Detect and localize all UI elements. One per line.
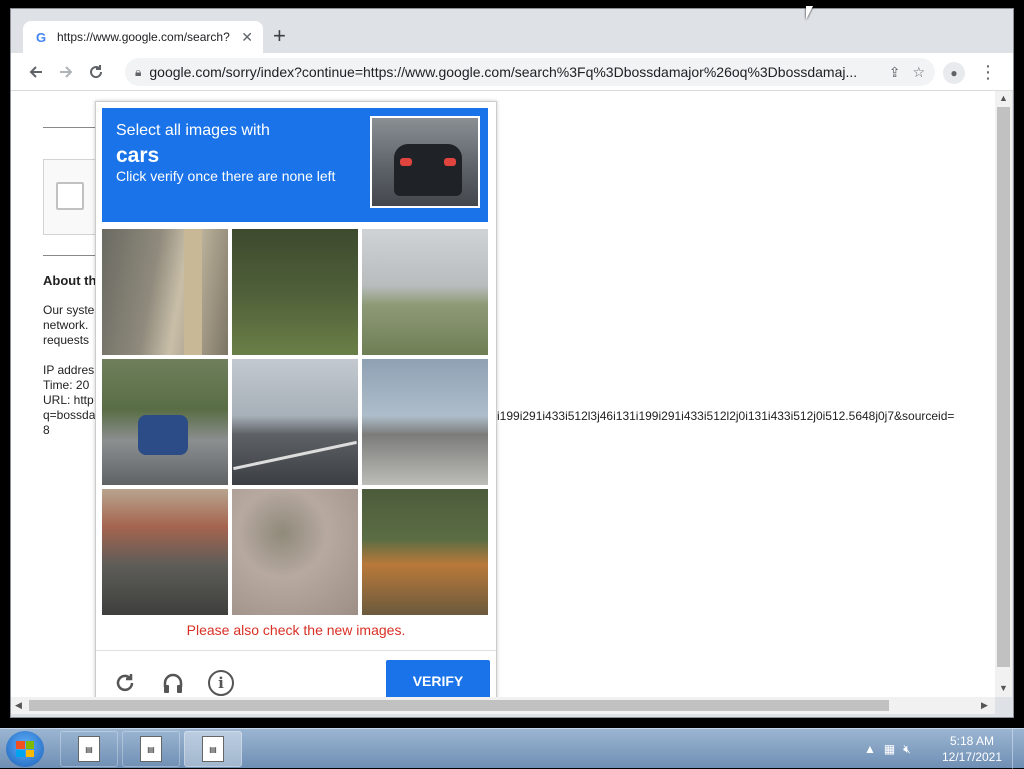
utility-pole (184, 229, 202, 355)
vertical-scroll-thumb[interactable] (997, 107, 1010, 667)
page-content: About th Our syste network. requests IP … (11, 91, 995, 697)
url-text: google.com/sorry/index?continue=https://… (149, 64, 858, 80)
recaptcha-checkbox[interactable] (56, 182, 84, 210)
clock-time: 5:18 AM (949, 734, 995, 748)
query-line: q=bossda (43, 408, 96, 422)
image-tile[interactable] (102, 359, 228, 485)
windows-logo-icon (16, 741, 34, 757)
bookmark-star-icon[interactable]: ☆ (912, 64, 925, 81)
time-line: Time: 20 (43, 378, 90, 392)
volume-muted-icon[interactable]: 🔇︎ (903, 742, 911, 757)
browser-toolbar: 🔒︎ google.com/sorry/index?continue=https… (11, 53, 1013, 91)
image-tile[interactable] (102, 229, 228, 355)
browser-window: ▁ ▣ ✕ G https://www.google.com/search? ✕… (10, 8, 1014, 718)
taskbar-app[interactable]: ▤ (122, 731, 180, 767)
taskbar: ▤ ▤ ▤ ▲ ▦ 🔇︎ 5:18 AM 12/17/2021 (0, 728, 1024, 769)
taskbar-app[interactable]: ▤ (60, 731, 118, 767)
address-bar[interactable]: 🔒︎ google.com/sorry/index?continue=https… (125, 58, 935, 86)
challenge-header: Select all images with cars Click verify… (102, 108, 488, 222)
start-button[interactable] (6, 731, 44, 767)
reload-challenge-icon[interactable] (112, 670, 138, 696)
document-icon: ▤ (78, 736, 100, 762)
sample-car-image (370, 116, 480, 208)
lock-icon: 🔒︎ (135, 64, 142, 79)
divider (43, 255, 103, 256)
image-tile[interactable] (232, 489, 358, 615)
para-line: Our syste (43, 303, 95, 317)
url-line: URL: http (43, 393, 94, 407)
taskbar-app-active[interactable]: ▤ (184, 731, 242, 767)
document-icon: ▤ (140, 736, 162, 762)
tail-light (444, 158, 456, 166)
menu-kebab-icon[interactable]: ⋮ (979, 62, 997, 83)
reload-button[interactable] (81, 57, 111, 87)
horizontal-scroll-thumb[interactable] (29, 700, 889, 711)
scroll-right-icon[interactable]: ▶ (981, 700, 988, 711)
road-line (233, 440, 357, 471)
scroll-left-icon[interactable]: ◀ (15, 700, 22, 711)
image-tile[interactable] (362, 229, 488, 355)
blue-car (138, 415, 188, 455)
share-icon[interactable]: ⇪ (889, 64, 901, 81)
query-line-end: 8 (43, 423, 50, 437)
image-grid (102, 229, 490, 615)
recaptcha-challenge: Select all images with cars Click verify… (95, 101, 497, 697)
tab-strip: G https://www.google.com/search? ✕ + (11, 9, 1013, 53)
headphones-icon (163, 673, 183, 693)
back-arrow-icon (29, 65, 42, 78)
challenge-subinstruction: Click verify once there are none left (116, 168, 336, 184)
about-heading: About th (43, 273, 97, 288)
challenge-instruction: Select all images with (116, 122, 270, 139)
audio-challenge-icon[interactable] (160, 670, 186, 696)
reload-icon (116, 674, 134, 692)
para-line: network. (43, 318, 89, 332)
back-button[interactable] (21, 57, 51, 87)
car-shape (394, 144, 462, 196)
image-tile[interactable] (232, 229, 358, 355)
tray-expand-icon[interactable]: ▲ (864, 742, 876, 756)
desktop: ▁ ▣ ✕ G https://www.google.com/search? ✕… (0, 0, 1024, 728)
image-tile[interactable] (232, 359, 358, 485)
browser-tab[interactable]: G https://www.google.com/search? ✕ (23, 21, 263, 53)
scroll-up-icon[interactable]: ▲ (999, 93, 1008, 103)
challenge-target: cars (116, 144, 160, 167)
divider (96, 650, 496, 651)
new-tab-button[interactable]: + (273, 25, 286, 47)
tab-title: https://www.google.com/search? (57, 30, 230, 44)
show-desktop-button[interactable] (1012, 729, 1024, 769)
para-line: requests (43, 333, 90, 347)
challenge-error-message: Please also check the new images. (186, 622, 406, 638)
tab-close-icon[interactable]: ✕ (241, 29, 253, 46)
ip-line: IP addres (43, 363, 95, 377)
forward-arrow-icon (60, 65, 73, 78)
mouse-cursor-icon (806, 6, 813, 20)
image-tile[interactable] (362, 489, 488, 615)
document-icon: ▤ (202, 736, 224, 762)
verify-button[interactable]: VERIFY (386, 660, 490, 697)
info-icon[interactable]: i (208, 670, 234, 696)
divider (43, 127, 103, 128)
forward-button[interactable] (51, 57, 81, 87)
network-icon[interactable]: ▦ (884, 742, 895, 756)
tail-light (400, 158, 412, 166)
profile-avatar-icon[interactable]: ● (943, 62, 965, 84)
image-tile[interactable] (102, 489, 228, 615)
image-tile[interactable] (362, 359, 488, 485)
taskbar-clock[interactable]: 5:18 AM 12/17/2021 (940, 733, 1004, 765)
reload-page-icon (90, 64, 103, 78)
vertical-scrollbar[interactable]: ▲ ▼ (995, 91, 1012, 697)
horizontal-scrollbar[interactable]: ◀ ▶ (11, 697, 995, 714)
google-favicon-icon: G (35, 29, 47, 45)
scroll-down-icon[interactable]: ▼ (999, 683, 1008, 693)
system-tray: ▲ ▦ 🔇︎ (864, 733, 911, 765)
url-tail-text: i199i291i433i512l3j46i131i199i291i433i51… (497, 409, 955, 423)
clock-date: 12/17/2021 (941, 750, 1003, 764)
